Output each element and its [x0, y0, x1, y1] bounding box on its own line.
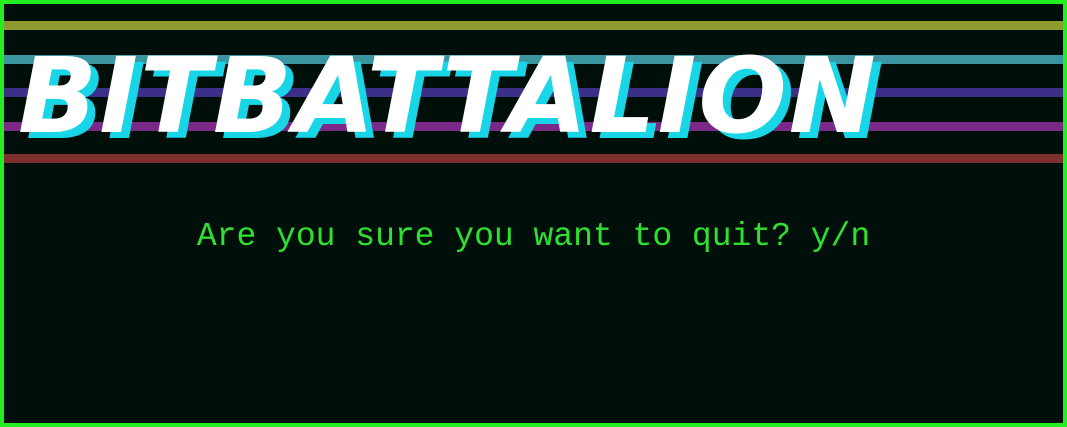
quit-confirm-screen: BITBATTALION BITBATTALION Are you sure y…	[0, 0, 1067, 427]
game-logo-svg: BITBATTALION BITBATTALION	[18, 35, 884, 163]
game-logo-text: BITBATTALION	[18, 35, 878, 157]
stripe-olive	[4, 21, 1063, 30]
quit-prompt: Are you sure you want to quit? y/n	[196, 218, 871, 255]
game-logo: BITBATTALION BITBATTALION	[14, 34, 934, 164]
